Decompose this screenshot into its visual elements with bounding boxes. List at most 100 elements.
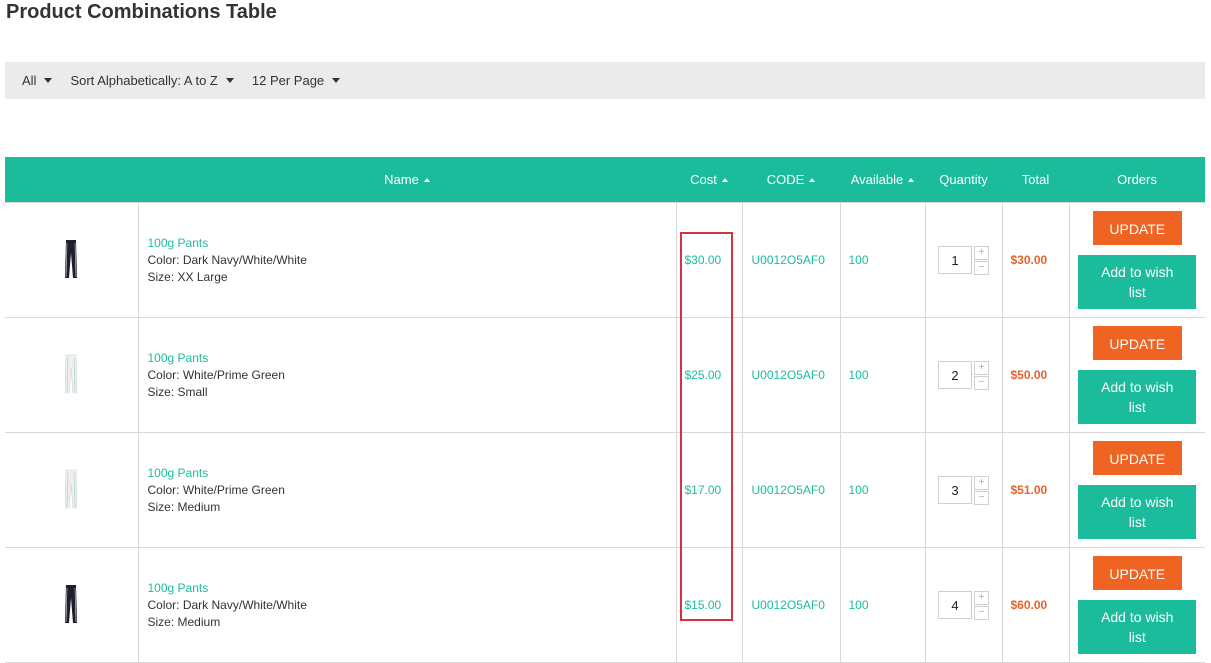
product-name-cell: 100g Pants Color: White/Prime Green Size… <box>137 432 677 548</box>
orders-cell: UPDATE Add to wish list <box>1068 432 1205 548</box>
update-button[interactable]: UPDATE <box>1092 326 1182 360</box>
page-title: Product Combinations Table <box>6 1 277 23</box>
quantity-stepper: + − <box>974 245 989 275</box>
product-size: Size: XX Large <box>147 269 228 284</box>
update-button[interactable]: UPDATE <box>1092 441 1182 475</box>
table-row: 100g Pants Color: White/Prime Green Size… <box>5 317 1205 433</box>
product-name-link[interactable]: 100g Pants <box>148 465 676 482</box>
product-color: Color: White/Prime Green <box>147 367 285 382</box>
decrement-button[interactable]: − <box>974 605 989 620</box>
header-code[interactable]: CODE <box>742 157 840 203</box>
sort-up-icon <box>908 177 915 182</box>
header-image <box>5 157 138 203</box>
cost-value: $17.00 <box>675 432 743 548</box>
add-to-wish-list-button[interactable]: Add to wish list <box>1078 370 1197 424</box>
sort-dropdown[interactable]: Sort Alphabetically: A to Z <box>70 73 234 88</box>
pants-dark-icon <box>65 239 78 278</box>
add-to-wish-list-button[interactable]: Add to wish list <box>1078 485 1197 539</box>
code-value: U0012O5AF0 <box>741 317 841 433</box>
header-name[interactable]: Name <box>138 157 676 203</box>
header-orders: Orders <box>1069 157 1205 203</box>
caret-down-icon <box>332 78 341 83</box>
product-combinations-table: Name Cost CODE Available Quantity Total … <box>5 157 1205 663</box>
cost-value: $30.00 <box>675 202 743 318</box>
increment-button[interactable]: + <box>974 360 989 375</box>
per-page-dropdown[interactable]: 12 Per Page <box>251 73 341 88</box>
pants-white-icon <box>65 469 78 508</box>
header-total: Total <box>1002 157 1069 203</box>
decrement-button[interactable]: − <box>974 260 989 275</box>
caret-down-icon <box>44 78 53 83</box>
header-cost-label: Cost <box>690 172 717 187</box>
filter-dropdown[interactable]: All <box>22 73 53 88</box>
increment-button[interactable]: + <box>974 590 989 605</box>
orders-cell: UPDATE Add to wish list <box>1068 317 1205 433</box>
product-name-cell: 100g Pants Color: White/Prime Green Size… <box>137 317 677 433</box>
table-header-row: Name Cost CODE Available Quantity Total … <box>5 157 1205 203</box>
sort-up-icon <box>423 177 430 182</box>
code-value: U0012O5AF0 <box>741 202 841 318</box>
quantity-cell: 1 + − <box>924 202 1003 318</box>
table-row: 100g Pants Color: Dark Navy/White/White … <box>5 202 1205 318</box>
decrement-button[interactable]: − <box>974 490 989 505</box>
product-name-link[interactable]: 100g Pants <box>148 235 676 252</box>
product-image-cell <box>5 202 139 318</box>
quantity-stepper: + − <box>974 475 989 505</box>
product-color: Color: Dark Navy/White/White <box>147 252 307 267</box>
available-value: 100 <box>839 547 926 663</box>
filter-toolbar: All Sort Alphabetically: A to Z 12 Per P… <box>5 62 1205 99</box>
product-image-cell <box>5 432 139 548</box>
total-value: $51.00 <box>1001 432 1070 548</box>
sort-up-icon <box>809 177 816 182</box>
header-code-label: CODE <box>766 172 805 187</box>
code-value: U0012O5AF0 <box>741 547 841 663</box>
filter-dropdown-label: All <box>22 73 37 88</box>
product-color: Color: Dark Navy/White/White <box>147 597 307 612</box>
quantity-stepper: + − <box>974 590 989 620</box>
orders-cell: UPDATE Add to wish list <box>1068 202 1205 318</box>
total-value: $30.00 <box>1001 202 1070 318</box>
quantity-input[interactable]: 4 <box>938 591 972 619</box>
quantity-cell: 4 + − <box>924 547 1003 663</box>
increment-button[interactable]: + <box>974 245 989 260</box>
sort-up-icon <box>721 177 728 182</box>
product-image-cell <box>5 317 139 433</box>
product-size: Size: Small <box>147 384 208 399</box>
update-button[interactable]: UPDATE <box>1092 211 1182 245</box>
product-image-cell <box>5 547 139 663</box>
available-value: 100 <box>839 202 926 318</box>
product-name-cell: 100g Pants Color: Dark Navy/White/White … <box>137 202 677 318</box>
total-value: $50.00 <box>1001 317 1070 433</box>
cost-value: $15.00 <box>675 547 743 663</box>
decrement-button[interactable]: − <box>974 375 989 390</box>
header-quantity: Quantity <box>925 157 1002 203</box>
orders-cell: UPDATE Add to wish list <box>1068 547 1205 663</box>
product-size: Size: Medium <box>147 499 221 514</box>
per-page-dropdown-label: 12 Per Page <box>251 73 325 88</box>
caret-down-icon <box>225 78 234 83</box>
pants-white-icon <box>65 354 78 393</box>
update-button[interactable]: UPDATE <box>1092 556 1182 590</box>
product-name-link[interactable]: 100g Pants <box>148 350 676 367</box>
product-name-link[interactable]: 100g Pants <box>148 580 676 597</box>
header-cost[interactable]: Cost <box>676 157 742 203</box>
quantity-stepper: + − <box>974 360 989 390</box>
cost-value: $25.00 <box>675 317 743 433</box>
add-to-wish-list-button[interactable]: Add to wish list <box>1078 600 1197 654</box>
table-row: 100g Pants Color: White/Prime Green Size… <box>5 432 1205 548</box>
available-value: 100 <box>839 432 926 548</box>
product-color: Color: White/Prime Green <box>147 482 285 497</box>
increment-button[interactable]: + <box>974 475 989 490</box>
available-value: 100 <box>839 317 926 433</box>
quantity-input[interactable]: 2 <box>938 361 972 389</box>
pants-dark-icon <box>65 584 78 623</box>
header-available[interactable]: Available <box>840 157 925 203</box>
product-name-cell: 100g Pants Color: Dark Navy/White/White … <box>137 547 677 663</box>
add-to-wish-list-button[interactable]: Add to wish list <box>1078 255 1197 309</box>
quantity-input[interactable]: 1 <box>938 246 972 274</box>
product-size: Size: Medium <box>147 614 221 629</box>
quantity-cell: 3 + − <box>924 432 1003 548</box>
quantity-input[interactable]: 3 <box>938 476 972 504</box>
quantity-cell: 2 + − <box>924 317 1003 433</box>
table-row: 100g Pants Color: Dark Navy/White/White … <box>5 547 1205 663</box>
